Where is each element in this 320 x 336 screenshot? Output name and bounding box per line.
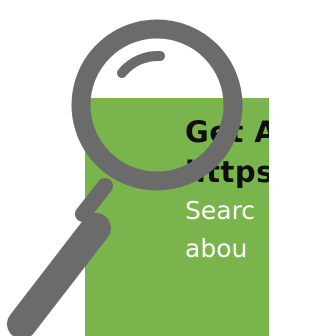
handle <box>7 213 111 336</box>
lens-highlight <box>117 50 165 78</box>
magnifying-glass-icon <box>7 19 243 336</box>
graphic-canvas: Get A https Searc abou <box>0 0 269 336</box>
handle-collar <box>75 178 113 222</box>
